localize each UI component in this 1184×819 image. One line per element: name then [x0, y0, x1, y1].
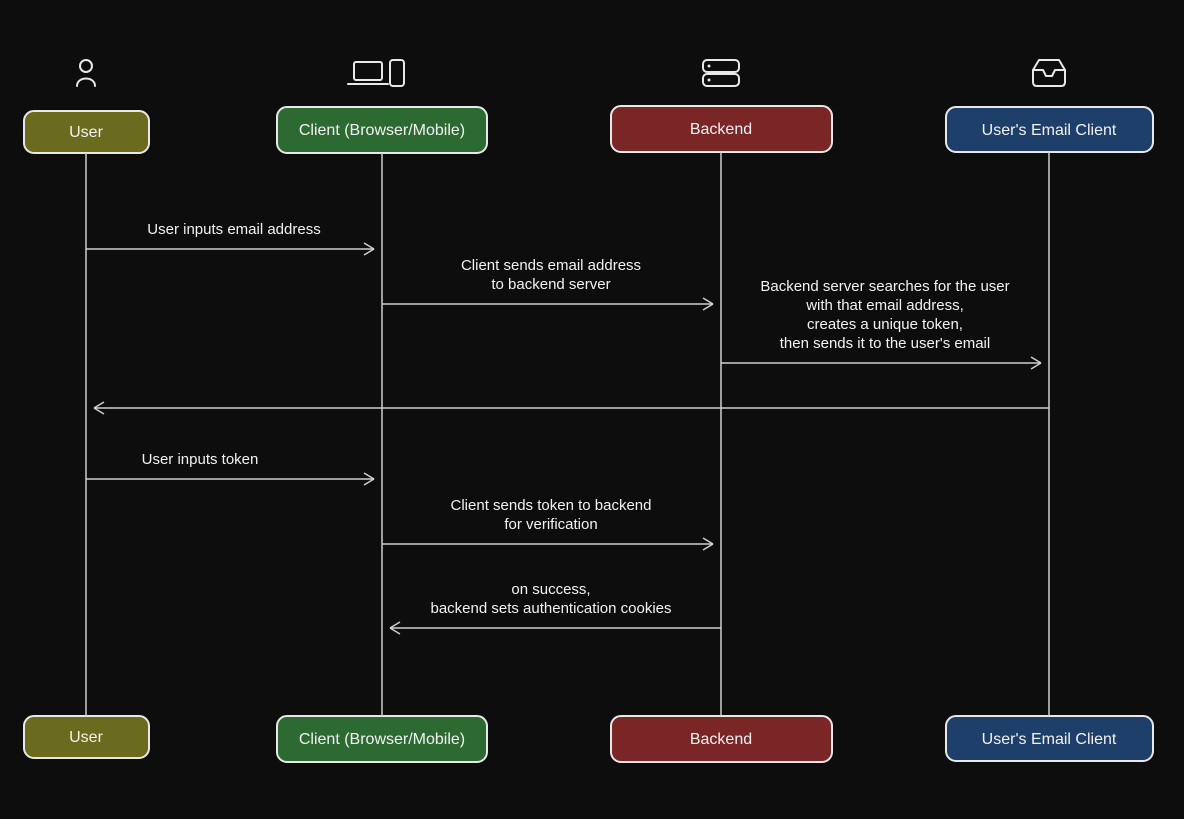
- svg-text:on success,: on success,: [511, 581, 590, 598]
- svg-text:creates a unique token,: creates a unique token,: [807, 316, 963, 333]
- user-icon: [77, 60, 95, 86]
- svg-text:backend sets authentication co: backend sets authentication cookies: [431, 600, 672, 617]
- svg-text:Client sends token to backend: Client sends token to backend: [451, 497, 652, 514]
- svg-text:User inputs email address: User inputs email address: [147, 221, 320, 238]
- msg-user-inputs-email: User inputs email address: [86, 221, 374, 255]
- svg-text:Backend: Backend: [690, 731, 752, 748]
- svg-text:Client (Browser/Mobile): Client (Browser/Mobile): [299, 122, 465, 139]
- sequence-diagram: User Client (Browser/Mobile) Backend Use…: [0, 0, 1184, 819]
- svg-text:User: User: [69, 124, 103, 141]
- actor-user-bottom: User: [24, 716, 149, 758]
- actor-client-top: Client (Browser/Mobile): [277, 107, 487, 153]
- msg-client-sends-token: Client sends token to backend for verifi…: [382, 497, 713, 550]
- msg-user-inputs-token: User inputs token: [86, 451, 374, 485]
- msg-backend-searches-sends-token: Backend server searches for the user wit…: [721, 278, 1041, 369]
- actor-email-top: User's Email Client: [946, 107, 1153, 152]
- msg-email-delivered-to-user: [94, 402, 1049, 414]
- svg-text:for verification: for verification: [504, 516, 597, 533]
- actor-user-top: User: [24, 111, 149, 153]
- inbox-icon: [1033, 60, 1065, 86]
- svg-text:User's Email Client: User's Email Client: [982, 122, 1117, 139]
- svg-text:with that email address,: with that email address,: [805, 297, 964, 314]
- svg-text:User: User: [69, 729, 103, 746]
- msg-client-sends-email: Client sends email address to backend se…: [382, 257, 713, 310]
- svg-text:User's Email Client: User's Email Client: [982, 731, 1117, 748]
- svg-text:User inputs token: User inputs token: [142, 451, 259, 468]
- svg-text:then sends it to the user's em: then sends it to the user's email: [780, 335, 990, 352]
- actor-backend-top: Backend: [611, 106, 832, 152]
- actor-client-bottom: Client (Browser/Mobile): [277, 716, 487, 762]
- svg-text:Backend server searches for th: Backend server searches for the user: [760, 278, 1009, 295]
- devices-icon: [348, 60, 404, 86]
- msg-backend-sets-cookies: on success, backend sets authentication …: [390, 581, 721, 634]
- actor-email-bottom: User's Email Client: [946, 716, 1153, 761]
- svg-text:Client (Browser/Mobile): Client (Browser/Mobile): [299, 731, 465, 748]
- svg-text:Backend: Backend: [690, 121, 752, 138]
- actor-backend-bottom: Backend: [611, 716, 832, 762]
- svg-text:Client sends email address: Client sends email address: [461, 257, 641, 274]
- server-icon: [703, 60, 739, 86]
- svg-text:to backend server: to backend server: [491, 276, 610, 293]
